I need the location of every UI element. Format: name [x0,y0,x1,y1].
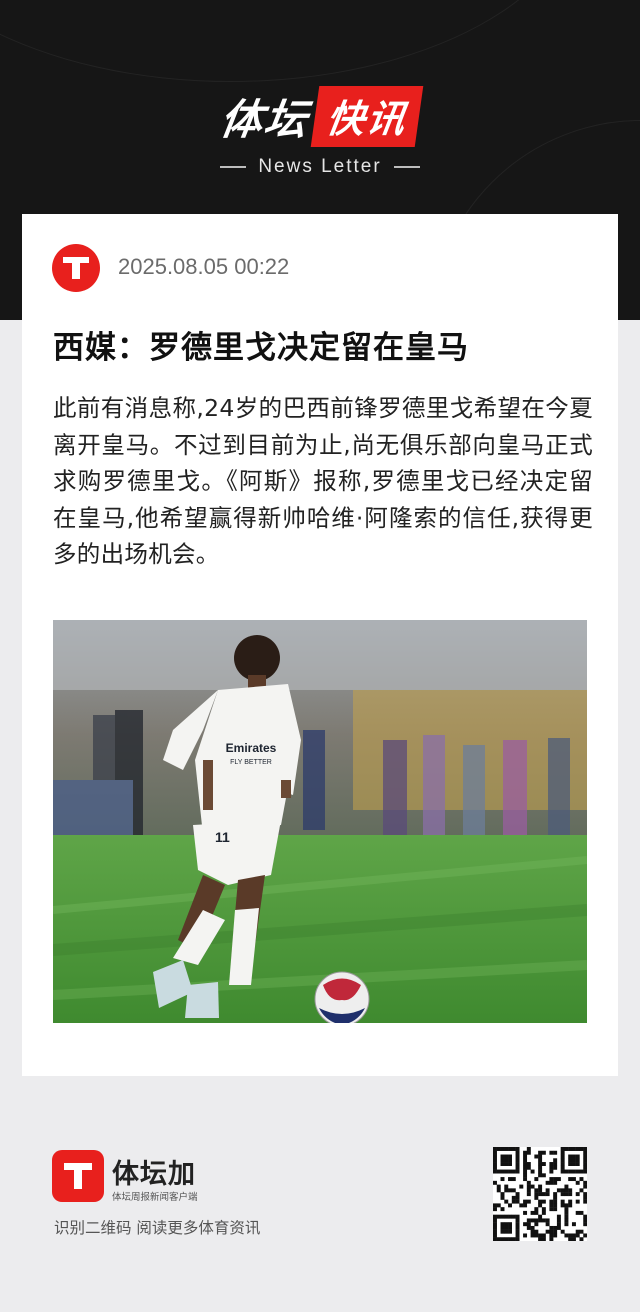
qr-code-icon[interactable] [493,1147,588,1242]
article-photo: Emirates FLY BETTER 11 [53,620,587,1023]
brand-logo: 体坛 快讯 [0,86,640,147]
subtitle-text: News Letter [258,156,382,177]
article-timestamp: 2025.08.05 00:22 [118,254,290,279]
jersey-sponsor: Emirates [226,741,277,755]
article-title: 西媒：罗德里戈决定留在皇马 [53,330,469,366]
brand-subtitle: News Letter [0,156,640,178]
divider [220,165,247,168]
app-tagline: 体坛周报新闻客户端 [112,1192,198,1203]
football-player-photo: Emirates FLY BETTER 11 [53,620,587,1023]
qr-code-graphic [493,1147,588,1242]
jersey-number: 11 [215,829,230,845]
article-card: 2025.08.05 00:22 西媒：罗德里戈决定留在皇马 此前有消息称,24… [22,214,618,1076]
app-name: 体坛加 [112,1159,196,1190]
decor-arc [0,0,582,82]
article-body: 此前有消息称,24岁的巴西前锋罗德里戈希望在今夏离开皇马。不过到目前为止,尚无俱… [53,394,593,568]
brand-title: 体坛 [217,95,313,144]
divider [393,165,420,168]
app-logo-icon [52,1150,104,1202]
jersey-sponsor-sub: FLY BETTER [230,759,272,766]
titan-logo-icon [52,244,100,292]
brand-highlight: 快讯 [310,86,424,147]
scan-hint: 识别二维码 阅读更多体育资讯 [54,1219,261,1237]
